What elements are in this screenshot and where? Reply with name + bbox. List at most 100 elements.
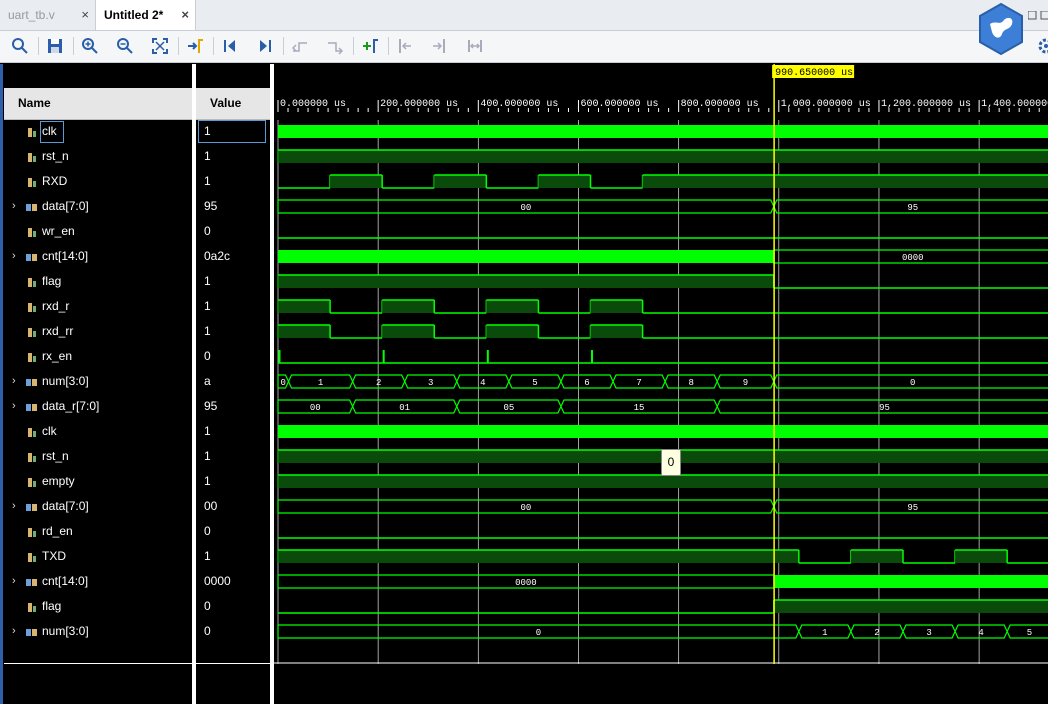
- signal-row[interactable]: › data_r[7:0]: [4, 394, 192, 419]
- chevron-right-icon[interactable]: ›: [12, 569, 20, 594]
- signal-value-cell[interactable]: 1: [200, 269, 268, 294]
- signal-value-cell[interactable]: 95: [200, 194, 268, 219]
- bit-signal-icon: [26, 226, 38, 238]
- add-marker-icon[interactable]: [360, 36, 380, 56]
- signal-row[interactable]: › cnt[14:0]: [4, 569, 192, 594]
- go-to-end-icon[interactable]: [255, 36, 275, 56]
- signal-value-cell[interactable]: 0: [200, 344, 268, 369]
- signal-row[interactable]: › data[7:0]: [4, 194, 192, 219]
- bus-signal-icon: [26, 376, 38, 388]
- close-icon[interactable]: ×: [181, 0, 189, 30]
- chevron-right-icon[interactable]: ›: [12, 619, 20, 644]
- signal-value-cell[interactable]: 1: [200, 144, 268, 169]
- go-to-cursor-icon[interactable]: [185, 36, 205, 56]
- waveform-high-fill: [590, 300, 643, 313]
- signal-value-cell[interactable]: 0a2c: [200, 244, 268, 269]
- signal-row[interactable]: flag: [4, 269, 192, 294]
- signal-row[interactable]: TXD: [4, 544, 192, 569]
- signal-value-cell[interactable]: 1: [200, 419, 268, 444]
- signal-row[interactable]: empty: [4, 469, 192, 494]
- chevron-right-icon[interactable]: ›: [12, 494, 20, 519]
- signal-value-cell[interactable]: 1: [200, 294, 268, 319]
- signal-name: data[7:0]: [42, 499, 89, 513]
- signal-value-cell[interactable]: 0: [200, 219, 268, 244]
- signal-value-cell[interactable]: 0000: [200, 569, 268, 594]
- signal-value-cell[interactable]: a: [200, 369, 268, 394]
- signal-row[interactable]: wr_en: [4, 219, 192, 244]
- signal-row[interactable]: flag: [4, 594, 192, 619]
- signal-value-cell[interactable]: 00: [200, 494, 268, 519]
- bus-value-label: 00: [520, 503, 531, 513]
- signal-row[interactable]: rxd_r: [4, 294, 192, 319]
- chevron-right-icon[interactable]: ›: [12, 244, 20, 269]
- signal-row[interactable]: › num[3:0]: [4, 369, 192, 394]
- bus-value-label: 95: [907, 503, 918, 513]
- close-icon[interactable]: ×: [81, 0, 89, 30]
- waveform-high-fill: [278, 550, 799, 563]
- swap-cursors-icon[interactable]: [465, 36, 485, 56]
- go-to-start-icon[interactable]: [220, 36, 240, 56]
- value-tooltip: 0: [661, 449, 681, 476]
- signal-value-cell[interactable]: 0: [200, 594, 268, 619]
- tab-label: uart_tb.v: [8, 8, 55, 22]
- signal-row[interactable]: › cnt[14:0]: [4, 244, 192, 269]
- signal-value-cell[interactable]: 0: [200, 619, 268, 644]
- signal-row[interactable]: rst_n: [4, 444, 192, 469]
- signal-row[interactable]: clk: [4, 419, 192, 444]
- signal-value: 0: [204, 624, 211, 638]
- signal-value-cell[interactable]: 0: [200, 519, 268, 544]
- bit-signal-icon: [26, 276, 38, 288]
- signal-row[interactable]: RXD: [4, 169, 192, 194]
- previous-transition-icon[interactable]: [290, 36, 310, 56]
- waveform-high-fill: [382, 300, 435, 313]
- window-controls[interactable]: [1027, 10, 1048, 22]
- waveform-canvas[interactable]: 0.000000 us 200.000000 us 400.000000 us 600…: [274, 64, 1048, 704]
- signal-name: TXD: [42, 549, 66, 563]
- signal-row[interactable]: rxd_rr: [4, 319, 192, 344]
- ruler-tick-label: 800.000000 us: [681, 99, 759, 110]
- waveform-high-fill: [538, 175, 591, 188]
- chevron-right-icon[interactable]: ›: [12, 369, 20, 394]
- bus-signal-icon: [26, 251, 38, 263]
- clock-waveform: [278, 250, 774, 263]
- signal-value-cell[interactable]: 1: [200, 469, 268, 494]
- next-transition-icon[interactable]: [325, 36, 345, 56]
- signal-value-cell[interactable]: 1: [200, 169, 268, 194]
- chevron-right-icon[interactable]: ›: [12, 194, 20, 219]
- signal-value-cell[interactable]: 1: [200, 319, 268, 344]
- signal-name: RXD: [42, 174, 68, 188]
- chevron-right-icon[interactable]: ›: [12, 394, 20, 419]
- previous-marker-icon[interactable]: [395, 36, 415, 56]
- signal-value-cell[interactable]: 1: [200, 544, 268, 569]
- signal-row[interactable]: rd_en: [4, 519, 192, 544]
- save-icon[interactable]: [45, 36, 65, 56]
- next-marker-icon[interactable]: [430, 36, 450, 56]
- signal-row[interactable]: rst_n: [4, 144, 192, 169]
- signal-row[interactable]: › num[3:0]: [4, 619, 192, 644]
- bus-value-label: 4: [978, 628, 983, 638]
- signal-value-cell[interactable]: 1: [200, 444, 268, 469]
- tab-untitled-2[interactable]: Untitled 2* ×: [96, 0, 196, 30]
- bus-value-label: 01: [399, 403, 410, 413]
- column-header-name[interactable]: Name: [4, 88, 192, 120]
- search-icon[interactable]: [10, 36, 30, 56]
- signal-row[interactable]: › data[7:0]: [4, 494, 192, 519]
- toolbar-separator: [388, 37, 389, 55]
- tab-uart-tb[interactable]: uart_tb.v ×: [0, 0, 96, 30]
- bit-signal-icon: [26, 126, 38, 138]
- signal-value: 00: [204, 499, 218, 513]
- signal-row[interactable]: clk: [4, 119, 192, 144]
- zoom-out-icon[interactable]: [115, 36, 135, 56]
- signal-value: 1: [204, 174, 211, 188]
- waveform-high-fill: [330, 175, 383, 188]
- signal-row[interactable]: rx_en: [4, 344, 192, 369]
- waveform-high-fill: [486, 325, 539, 338]
- zoom-in-icon[interactable]: [80, 36, 100, 56]
- ruler-tick-label: 1,200.000000 us: [881, 99, 971, 110]
- signal-value: 0000: [204, 574, 231, 588]
- settings-gear-icon[interactable]: [1036, 36, 1048, 56]
- zoom-fit-icon[interactable]: [150, 36, 170, 56]
- signal-name: flag: [42, 599, 62, 613]
- signal-value-cell[interactable]: 95: [200, 394, 268, 419]
- column-header-value[interactable]: Value: [196, 88, 270, 120]
